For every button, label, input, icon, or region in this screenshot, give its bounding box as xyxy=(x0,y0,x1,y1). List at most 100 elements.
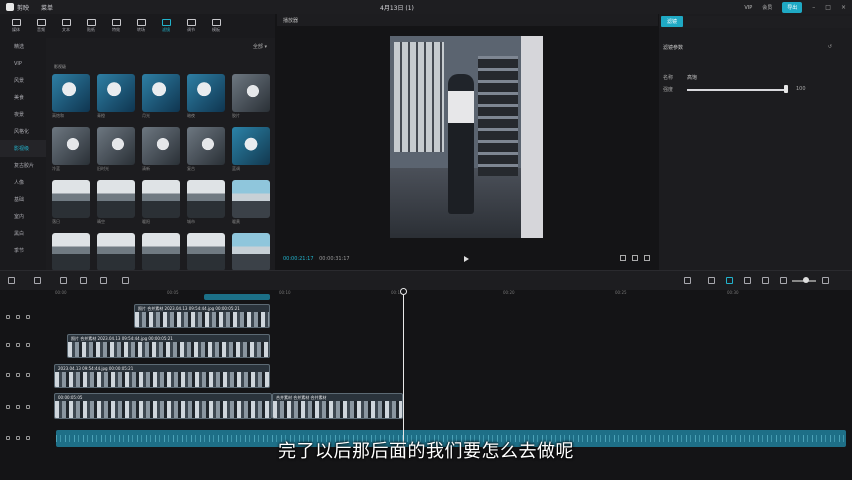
filter-item[interactable] xyxy=(187,233,225,272)
eye-icon[interactable] xyxy=(16,405,20,409)
filter-thumbnail[interactable] xyxy=(97,74,135,112)
split-right-icon[interactable] xyxy=(100,277,107,284)
filter-item[interactable] xyxy=(232,233,270,272)
lock-icon[interactable] xyxy=(6,373,10,377)
eye-icon[interactable] xyxy=(16,343,20,347)
nav-item[interactable]: VIP xyxy=(0,55,46,72)
filter-thumbnail[interactable] xyxy=(142,74,180,112)
zoom-out-icon[interactable] xyxy=(780,277,787,284)
tab-text[interactable]: 文本 xyxy=(56,14,76,38)
filter-item[interactable]: 蓝调 xyxy=(232,127,270,172)
filter-thumbnail[interactable] xyxy=(142,127,180,165)
filter-item[interactable] xyxy=(52,233,90,272)
filter-thumbnail[interactable] xyxy=(97,233,135,271)
tab-effects[interactable]: 特效 xyxy=(106,14,126,38)
member-button[interactable]: 会员 xyxy=(762,4,772,11)
main-clip-2[interactable]: 合并素材 合并素材 合并素材 xyxy=(272,393,403,419)
mute-icon[interactable] xyxy=(26,373,30,377)
filter-item[interactable]: 落日 xyxy=(52,180,90,225)
filter-thumbnail[interactable] xyxy=(232,127,270,165)
filter-thumbnail[interactable] xyxy=(52,180,90,218)
lock-icon[interactable] xyxy=(6,405,10,409)
magnet-icon[interactable] xyxy=(726,277,733,284)
filter-item[interactable]: 旧时光 xyxy=(97,127,135,172)
link-icon[interactable] xyxy=(708,277,715,284)
eye-icon[interactable] xyxy=(16,373,20,377)
nav-item[interactable]: 人像 xyxy=(0,174,46,191)
reset-icon[interactable]: ↺ xyxy=(828,44,832,50)
filter-thumbnail[interactable] xyxy=(97,180,135,218)
filter-item[interactable]: 暖黄 xyxy=(232,180,270,225)
filter-item[interactable]: 胶片 xyxy=(232,74,270,119)
minimize-icon[interactable]: – xyxy=(812,4,815,11)
tab-filter[interactable]: 滤镜 xyxy=(661,16,684,27)
filter-thumbnail[interactable] xyxy=(187,74,225,112)
tab-sticker[interactable]: 贴纸 xyxy=(81,14,101,38)
filter-sort-dropdown[interactable]: 全部 ▾ xyxy=(253,43,267,50)
ratio-icon[interactable] xyxy=(632,255,638,261)
nav-item[interactable]: 风格化 xyxy=(0,123,46,140)
tab-audio[interactable]: 音频 xyxy=(31,14,51,38)
filter-item[interactable] xyxy=(142,233,180,272)
filter-thumbnail[interactable] xyxy=(187,180,225,218)
maximize-icon[interactable]: □ xyxy=(825,4,831,11)
filter-thumbnail[interactable] xyxy=(97,127,135,165)
tab-filter[interactable]: 滤镜 xyxy=(156,14,176,38)
filter-thumbnail[interactable] xyxy=(142,180,180,218)
strength-slider-handle[interactable] xyxy=(784,85,788,93)
fullscreen-icon[interactable] xyxy=(644,255,650,261)
nav-item[interactable]: 风景 xyxy=(0,72,46,89)
select-tool-icon[interactable] xyxy=(8,277,15,284)
overlay-clip-3[interactable]: 2023.04.13 09:54:44.jpg 00:00:05:21 xyxy=(54,364,270,388)
main-clip-1[interactable]: 00:00:05:05 xyxy=(54,393,272,419)
filter-thumbnail[interactable] xyxy=(142,233,180,271)
zoom-in-icon[interactable] xyxy=(822,277,829,284)
filter-item[interactable]: 月光 xyxy=(142,74,180,119)
filter-thumbnail[interactable] xyxy=(232,74,270,112)
tab-template[interactable]: 模板 xyxy=(206,14,226,38)
filter-item[interactable]: 晴空 xyxy=(97,180,135,225)
filter-item[interactable]: 暗夜 xyxy=(187,74,225,119)
nav-item[interactable]: 夜景 xyxy=(0,106,46,123)
filter-thumbnail[interactable] xyxy=(187,127,225,165)
tab-adjust[interactable]: 调节 xyxy=(181,14,201,38)
filter-item[interactable]: 复古 xyxy=(187,127,225,172)
eye-icon[interactable] xyxy=(16,315,20,319)
filter-thumbnail[interactable] xyxy=(187,233,225,271)
tab-transition[interactable]: 转场 xyxy=(131,14,151,38)
preview-axis-icon[interactable] xyxy=(744,277,751,284)
filter-item[interactable]: 暖阳 xyxy=(142,180,180,225)
mute-icon[interactable] xyxy=(26,343,30,347)
filter-thumbnail[interactable] xyxy=(52,127,90,165)
tab-media[interactable]: 媒体 xyxy=(6,14,26,38)
nav-item[interactable]: 影视级 xyxy=(0,140,46,157)
filter-item[interactable]: 清新 xyxy=(142,127,180,172)
time-ruler[interactable]: 00:00 00:05 00:10 00:15 00:20 00:25 00:30 xyxy=(55,290,852,298)
zoom-handle[interactable] xyxy=(803,277,809,283)
undo-icon[interactable] xyxy=(34,277,41,284)
filter-thumbnail[interactable] xyxy=(232,180,270,218)
mute-icon[interactable] xyxy=(26,315,30,319)
lock-icon[interactable] xyxy=(6,343,10,347)
export-button[interactable]: 导出 xyxy=(782,2,803,13)
overlay-clip-2[interactable]: 照片 合并素材 2023.04.13 09:54:44.jpg 00:00:05… xyxy=(67,334,270,358)
align-icon[interactable] xyxy=(762,277,769,284)
filter-item[interactable]: 城市 xyxy=(187,180,225,225)
filter-item[interactable] xyxy=(97,233,135,272)
close-icon[interactable]: × xyxy=(841,4,846,11)
split-left-icon[interactable] xyxy=(80,277,87,284)
nav-item[interactable]: 精选 xyxy=(0,38,46,55)
playhead[interactable] xyxy=(403,290,404,458)
mute-icon[interactable] xyxy=(26,405,30,409)
filter-item[interactable]: 高饱和 xyxy=(52,74,90,119)
nav-item[interactable]: 美食 xyxy=(0,89,46,106)
play-icon[interactable] xyxy=(464,256,469,262)
filter-thumbnail[interactable] xyxy=(232,233,270,271)
split-icon[interactable] xyxy=(60,277,67,284)
nav-item[interactable]: 季节 xyxy=(0,242,46,259)
playhead-handle[interactable] xyxy=(400,288,407,295)
lock-icon[interactable] xyxy=(6,315,10,319)
nav-item[interactable]: 室内 xyxy=(0,208,46,225)
fit-icon[interactable] xyxy=(620,255,626,261)
delete-icon[interactable] xyxy=(122,277,129,284)
